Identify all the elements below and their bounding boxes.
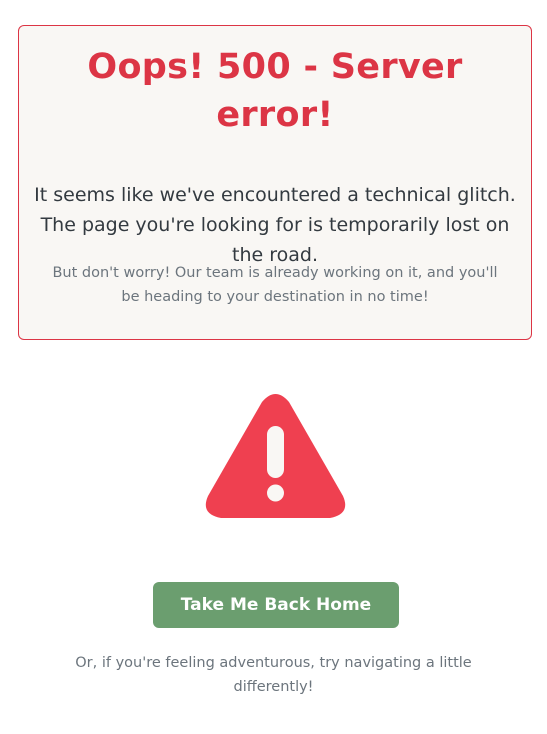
warning-triangle-icon <box>205 394 346 518</box>
exclamation-bar <box>267 426 284 478</box>
reassurance-note: But don't worry! Our team is already wor… <box>52 265 498 305</box>
exclamation-dot <box>267 484 284 502</box>
take-me-back-home-button[interactable]: Take Me Back Home <box>153 582 399 628</box>
error-title: Oops! 500 - Server error! <box>87 47 463 135</box>
navigation-hint: Or, if you're feeling adventurous, try n… <box>75 655 472 695</box>
error-card: Oops! 500 - Server error! It seems like … <box>18 25 532 340</box>
error-description: It seems like we've encountered a techni… <box>34 184 516 266</box>
